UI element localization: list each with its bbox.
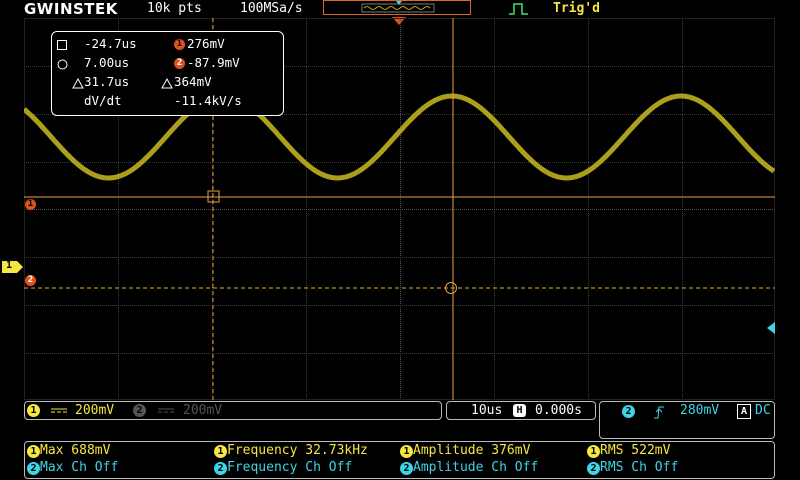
- cursor-a-time: -24.7us: [84, 36, 137, 51]
- ch2-vertical-scale: 200mV: [183, 403, 223, 418]
- delta-voltage: 364mV: [174, 74, 212, 89]
- measurement-ch2-amplitude[interactable]: 2 Amplitude Ch Off: [400, 460, 538, 475]
- brand-logo: GWINSTEK: [24, 0, 118, 18]
- horizontal-position: 0.000s: [535, 403, 582, 418]
- meas-ch2-badge: 2: [400, 462, 413, 475]
- dvdt-value: -11.4kV/s: [174, 93, 242, 108]
- measurement-ch1-max[interactable]: 1 Max 688mV: [27, 443, 110, 458]
- measurement-panel[interactable]: 1 Max 688mV 1 Frequency 32.73kHz 1 Amplitud…: [24, 441, 775, 479]
- trigger-edge-icon: [509, 3, 528, 15]
- meas-ch1-badge: 1: [400, 445, 413, 458]
- delta-voltage-icon: [161, 78, 173, 89]
- record-length: 10k pts: [147, 1, 202, 16]
- ch1-ground-marker[interactable]: 1: [2, 260, 23, 273]
- measurement-ch2-rms[interactable]: 2 RMS Ch Off: [587, 460, 678, 475]
- square-cursor-icon: [57, 40, 67, 50]
- meas-ch2-badge: 2: [214, 462, 227, 475]
- meas-text: Frequency Ch Off: [227, 460, 353, 475]
- ch1-marker-label: 1: [6, 260, 13, 271]
- meas-ch2-badge: 2: [587, 462, 600, 475]
- trigger-level: 280mV: [680, 403, 720, 418]
- cursor-1-level-marker[interactable]: 1: [25, 199, 36, 210]
- ch1-scale-badge: 1: [27, 404, 40, 417]
- trigger-source-badge: 2: [622, 405, 635, 418]
- memory-waveform-icon: [361, 1, 435, 13]
- ch1-vertical-scale: 200mV: [75, 403, 115, 418]
- time-per-division: 10us: [471, 403, 503, 418]
- timebase-panel[interactable]: 10us H 0.000s: [446, 401, 596, 420]
- cursor-readout-panel: -24.7us 1 276mV 7.00us 2 -87.9mV 31.7us …: [51, 31, 284, 116]
- meas-ch1-badge: 1: [587, 445, 600, 458]
- measurement-ch1-amplitude[interactable]: 1 Amplitude 376mV: [400, 443, 530, 458]
- dc-coupling-icon: [51, 408, 67, 413]
- sample-rate: 100MSa/s: [240, 1, 303, 16]
- meas-text: Max 688mV: [40, 443, 111, 458]
- meas-ch2-badge: 2: [27, 462, 40, 475]
- cursor-2-level-marker[interactable]: 2: [25, 275, 36, 286]
- delta-time: 31.7us: [84, 74, 130, 89]
- meas-text: RMS Ch Off: [600, 460, 679, 475]
- ch2-dc-coupling-icon: [158, 408, 174, 413]
- meas-text: Frequency 32.73kHz: [227, 443, 368, 458]
- trigger-coupling-badge: A: [737, 404, 751, 419]
- dvdt-label: dV/dt: [84, 93, 122, 108]
- measurement-ch1-rms[interactable]: 1 RMS 522mV: [587, 443, 670, 458]
- measurement-ch2-frequency[interactable]: 2 Frequency Ch Off: [214, 460, 352, 475]
- meas-ch1-badge: 1: [214, 445, 227, 458]
- ch1-badge: 1: [174, 39, 185, 50]
- trigger-panel[interactable]: 2 280mV A DC: [599, 401, 775, 439]
- meas-text: RMS 522mV: [600, 443, 671, 458]
- cursor-1-voltage: 276mV: [187, 36, 225, 51]
- ch2-scale-badge: 2: [133, 404, 146, 417]
- cursor-2-voltage: -87.9mV: [187, 55, 240, 70]
- measurement-ch2-max[interactable]: 2 Max Ch Off: [27, 460, 118, 475]
- horizontal-position-icon: H: [513, 404, 526, 417]
- top-status-bar: GWINSTEK 10k pts 100MSa/s Trig'd: [0, 0, 800, 18]
- cursor-b-time: 7.00us: [84, 55, 130, 70]
- meas-text: Amplitude 376mV: [413, 443, 531, 458]
- ch2-badge: 2: [174, 58, 185, 69]
- meas-ch1-badge: 1: [27, 445, 40, 458]
- trigger-status: Trig'd: [553, 1, 600, 16]
- meas-text: Max Ch Off: [40, 460, 119, 475]
- trigger-level-marker[interactable]: [767, 322, 775, 334]
- delta-time-icon: [72, 78, 84, 89]
- rising-edge-icon: [654, 406, 664, 419]
- trigger-coupling: DC: [755, 403, 771, 418]
- measurement-ch1-frequency[interactable]: 1 Frequency 32.73kHz: [214, 443, 368, 458]
- meas-text: Amplitude Ch Off: [413, 460, 539, 475]
- channel-scale-bar[interactable]: 1 200mV 2 200mV: [24, 401, 442, 420]
- memory-position-bar[interactable]: [323, 0, 471, 15]
- circle-cursor-icon: [57, 59, 68, 70]
